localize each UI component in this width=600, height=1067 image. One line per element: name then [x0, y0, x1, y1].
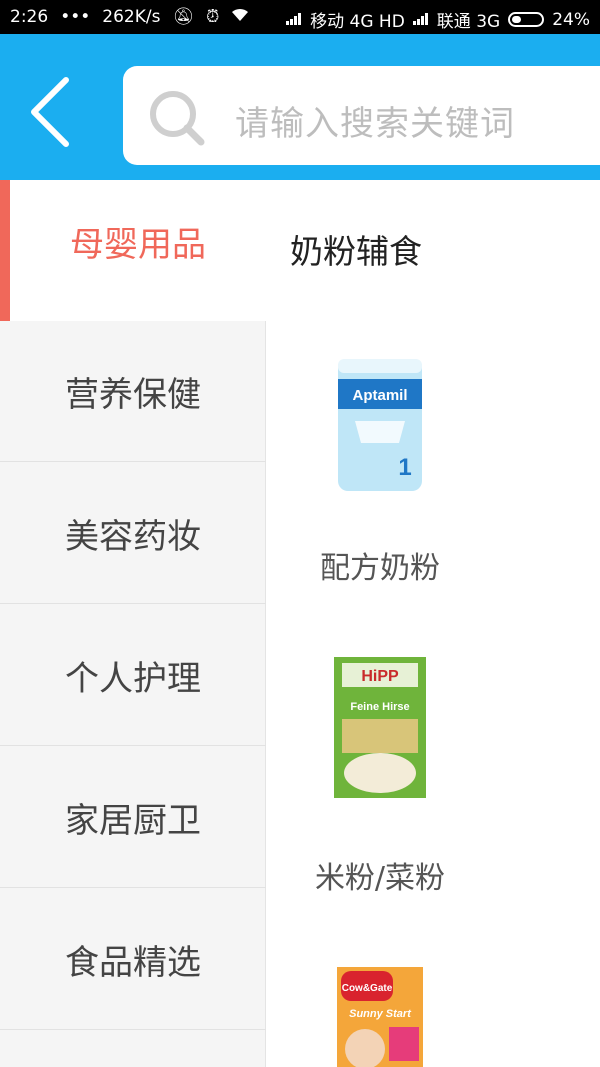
sidebar-item-personal-care[interactable]: 个人护理 — [0, 605, 266, 746]
network-speed: 262K/s — [102, 7, 161, 27]
carrier-1: 移动 4G HD — [310, 12, 405, 32]
status-dots: ••• — [60, 7, 91, 27]
status-bar: 2:26 ••• 262K/s 🔕︎ ⏰︎ 移动 4G HD 联通 3G 24% — [0, 0, 600, 34]
chevron-left-icon — [31, 77, 69, 147]
battery-icon — [508, 12, 545, 27]
signal-icon — [412, 10, 429, 30]
sidebar-item-label: 母婴用品 — [70, 225, 206, 265]
status-time: 2:26 — [10, 7, 49, 27]
product-brand-text: Aptamil — [352, 387, 407, 404]
alarm-icon: ⏰︎ — [206, 7, 220, 27]
mute-icon: 🔕︎ — [172, 7, 195, 27]
search-input[interactable]: 请输入搜索关键词 — [123, 66, 600, 165]
product-brand-text: HiPP — [361, 668, 399, 685]
product-subtext: Sunny Start — [349, 1008, 412, 1020]
back-button[interactable] — [18, 72, 82, 152]
search-placeholder: 请输入搜索关键词 — [235, 104, 515, 144]
header-bar: 请输入搜索关键词 — [0, 34, 600, 180]
sidebar-item-baby[interactable]: 母婴用品 — [0, 180, 266, 321]
product-image: HiPP Feine Hirse — [332, 655, 428, 804]
product-item[interactable]: Cow&Gate Sunny Start — [290, 965, 470, 1067]
battery-level: 24% — [552, 9, 590, 30]
wifi-icon — [231, 7, 249, 27]
category-sidebar: 母婴用品 营养保健 美容药妆 个人护理 家居厨卫 食品精选 — [0, 180, 266, 1067]
search-icon — [147, 88, 207, 148]
category-title: 奶粉辅食 — [290, 232, 422, 271]
product-subtext: Feine Hirse — [350, 701, 409, 713]
product-item[interactable]: HiPP Feine Hirse 米粉/菜粉 — [290, 655, 470, 896]
product-image: Aptamil 1 — [335, 355, 425, 499]
sidebar-item-label: 营养保健 — [65, 374, 201, 415]
sidebar-item-label: 家居厨卫 — [65, 800, 201, 841]
product-item[interactable]: Aptamil 1 配方奶粉 — [290, 355, 470, 595]
product-image: Cow&Gate Sunny Start — [335, 965, 425, 1067]
carrier-2: 联通 3G — [436, 12, 501, 32]
product-label: 配方奶粉 — [320, 551, 440, 586]
signal-icon — [286, 10, 302, 30]
product-badge: 1 — [398, 454, 411, 481]
sidebar-item-nutrition[interactable]: 营养保健 — [0, 321, 266, 462]
product-label: 米粉/菜粉 — [314, 861, 446, 896]
sidebar-item-home-kitchen[interactable]: 家居厨卫 — [0, 747, 266, 888]
product-brand-text: Cow&Gate — [342, 983, 393, 994]
sidebar-item-beauty[interactable]: 美容药妆 — [0, 463, 266, 604]
sidebar-item-food[interactable]: 食品精选 — [0, 889, 266, 1030]
sidebar-item-label: 美容药妆 — [65, 516, 201, 557]
sidebar-item-label: 食品精选 — [65, 942, 201, 983]
sidebar-item-label: 个人护理 — [65, 658, 201, 699]
